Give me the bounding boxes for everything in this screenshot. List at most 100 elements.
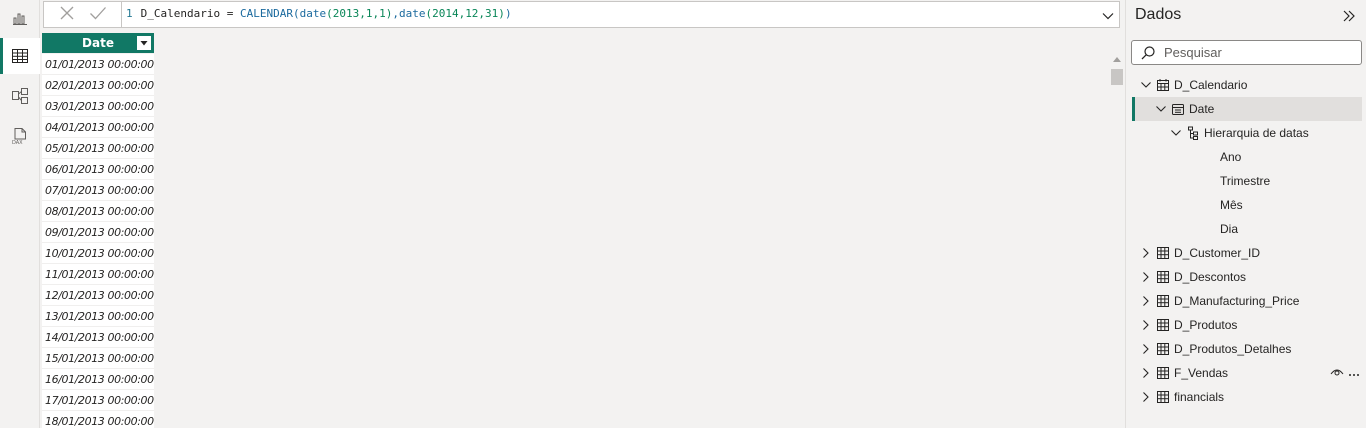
scroll-up-arrow-icon[interactable]: [1113, 57, 1121, 62]
column-header-date[interactable]: Date: [42, 33, 154, 53]
tree-item-d-descontos[interactable]: D_Descontos: [1132, 265, 1362, 289]
dax-query-view-button[interactable]: DAX: [0, 118, 40, 154]
tree-item-label: financials: [1174, 390, 1225, 404]
tree-item-dia[interactable]: Dia: [1132, 217, 1362, 241]
search-input[interactable]: [1164, 43, 1354, 62]
table-icon: [1156, 366, 1170, 380]
table-row[interactable]: 14/01/2013 00:00:00: [42, 327, 154, 348]
tree-item-label: D_Produtos_Detalhes: [1174, 342, 1292, 356]
tree-item-date[interactable]: Date: [1132, 97, 1362, 121]
tree-item-label: D_Customer_ID: [1174, 246, 1261, 260]
chevron-right-icon[interactable]: [1140, 343, 1152, 355]
tree-item-d-produtos[interactable]: D_Produtos: [1132, 313, 1362, 337]
bar-chart-icon: [13, 13, 27, 25]
table-row[interactable]: 17/01/2013 00:00:00: [42, 390, 154, 411]
tree-item-f-vendas[interactable]: F_Vendas: [1132, 361, 1362, 385]
tree-item-d-calendario[interactable]: D_Calendario: [1132, 73, 1362, 97]
table-row[interactable]: 07/01/2013 00:00:00: [42, 180, 154, 201]
tree-item-label: Date: [1189, 102, 1215, 116]
chevron-right-icon[interactable]: [1140, 367, 1152, 379]
tree-item-label: Mês: [1220, 198, 1243, 212]
formula-close-paren: ): [504, 7, 512, 20]
table-row[interactable]: 15/01/2013 00:00:00: [42, 348, 154, 369]
formula-function-calendar: CALENDAR: [239, 7, 293, 20]
formula-function-date-end: date: [398, 7, 426, 20]
commit-formula-button[interactable]: [89, 5, 107, 25]
formula-open-paren: (: [292, 7, 300, 20]
cancel-formula-button[interactable]: [59, 5, 75, 25]
formula-function-date-start: date: [299, 7, 327, 20]
chevron-right-icon[interactable]: [1140, 391, 1152, 403]
formula-args-start: (2013,1,1): [326, 7, 393, 20]
column-filter-button[interactable]: [137, 36, 151, 50]
table-row[interactable]: 01/01/2013 00:00:00: [42, 54, 154, 75]
filter-dropdown-icon: [140, 41, 148, 46]
report-view-button[interactable]: [0, 0, 40, 36]
table-icon: [12, 49, 28, 63]
tree-item-mes[interactable]: Mês: [1132, 193, 1362, 217]
vertical-scrollbar[interactable]: [1110, 54, 1124, 428]
svg-text:DAX: DAX: [12, 140, 23, 145]
table-row[interactable]: 03/01/2013 00:00:00: [42, 96, 154, 117]
table-row[interactable]: 04/01/2013 00:00:00: [42, 117, 154, 138]
hierarchy-icon: [1186, 126, 1200, 140]
table-row[interactable]: 12/01/2013 00:00:00: [42, 285, 154, 306]
model-view-button[interactable]: [0, 78, 40, 114]
table-row[interactable]: 11/01/2013 00:00:00: [42, 264, 154, 285]
chevron-down-icon[interactable]: [1170, 127, 1182, 139]
close-icon: [60, 6, 73, 19]
more-icon[interactable]: [1348, 366, 1360, 380]
collapse-pane-button[interactable]: [1342, 8, 1356, 22]
table-icon: [1156, 270, 1170, 284]
tree-item-hierarquia-de-datas[interactable]: Hierarquia de datas: [1132, 121, 1362, 145]
model-icon: [12, 88, 28, 104]
row-actions: [1330, 366, 1360, 380]
data-pane: Dados D_Calendario Date Hierarquia de data…: [1125, 0, 1366, 428]
tree-item-label: D_Calendario: [1174, 78, 1248, 92]
table-row[interactable]: 18/01/2013 00:00:00: [42, 411, 154, 428]
tree-item-label: Trimestre: [1220, 174, 1271, 188]
table-row[interactable]: 06/01/2013 00:00:00: [42, 159, 154, 180]
formula-actions: [44, 2, 122, 27]
search-box: [1131, 40, 1362, 65]
power-bi-table-view: DAX 1 D_Calendario = CALENDAR(date(2013,1…: [0, 0, 1366, 428]
data-grid: Date 01/01/2013 00:00:00 02/01/2013 00:00…: [42, 32, 1124, 428]
line-number: 1: [126, 7, 133, 20]
table-view-button[interactable]: [0, 38, 40, 74]
double-chevron-right-icon: [1343, 10, 1355, 22]
tree-item-d-customer-id[interactable]: D_Customer_ID: [1132, 241, 1362, 265]
tree-item-label: Dia: [1220, 222, 1239, 236]
tree-item-label: F_Vendas: [1174, 366, 1229, 380]
tree-item-label: Ano: [1220, 150, 1242, 164]
chevron-right-icon[interactable]: [1140, 295, 1152, 307]
table-row[interactable]: 02/01/2013 00:00:00: [42, 75, 154, 96]
table-row[interactable]: 16/01/2013 00:00:00: [42, 369, 154, 390]
table-row[interactable]: 10/01/2013 00:00:00: [42, 243, 154, 264]
formula-editor[interactable]: 1 D_Calendario = CALENDAR(date(2013,1,1),…: [126, 2, 512, 27]
table-row[interactable]: 05/01/2013 00:00:00: [42, 138, 154, 159]
table-icon: [1156, 294, 1170, 308]
chevron-down-icon[interactable]: [1140, 79, 1152, 91]
tree-item-financials[interactable]: financials: [1132, 385, 1362, 409]
chevron-right-icon[interactable]: [1140, 319, 1152, 331]
calendar-table-icon: [1156, 78, 1170, 92]
table-row[interactable]: 13/01/2013 00:00:00: [42, 306, 154, 327]
chevron-down-icon[interactable]: [1155, 103, 1167, 115]
chevron-right-icon[interactable]: [1140, 247, 1152, 259]
table-row[interactable]: 08/01/2013 00:00:00: [42, 201, 154, 222]
scrollbar-thumb[interactable]: [1111, 69, 1123, 85]
search-icon: [1141, 46, 1155, 60]
tree-item-d-manufacturing-price[interactable]: D_Manufacturing_Price: [1132, 289, 1362, 313]
tree-item-label: Hierarquia de datas: [1204, 126, 1309, 140]
tree-item-d-produtos-detalhes[interactable]: D_Produtos_Detalhes: [1132, 337, 1362, 361]
eye-icon[interactable]: [1330, 366, 1344, 380]
table-row[interactable]: 09/01/2013 00:00:00: [42, 222, 154, 243]
table-icon: [1156, 342, 1170, 356]
date-field-icon: [1171, 102, 1185, 116]
pane-title: Dados: [1135, 6, 1182, 23]
chevron-right-icon[interactable]: [1140, 271, 1152, 283]
tree-item-trimestre[interactable]: Trimestre: [1132, 169, 1362, 193]
expand-formula-button[interactable]: [1101, 8, 1115, 22]
tree-item-label: D_Manufacturing_Price: [1174, 294, 1300, 308]
tree-item-ano[interactable]: Ano: [1132, 145, 1362, 169]
